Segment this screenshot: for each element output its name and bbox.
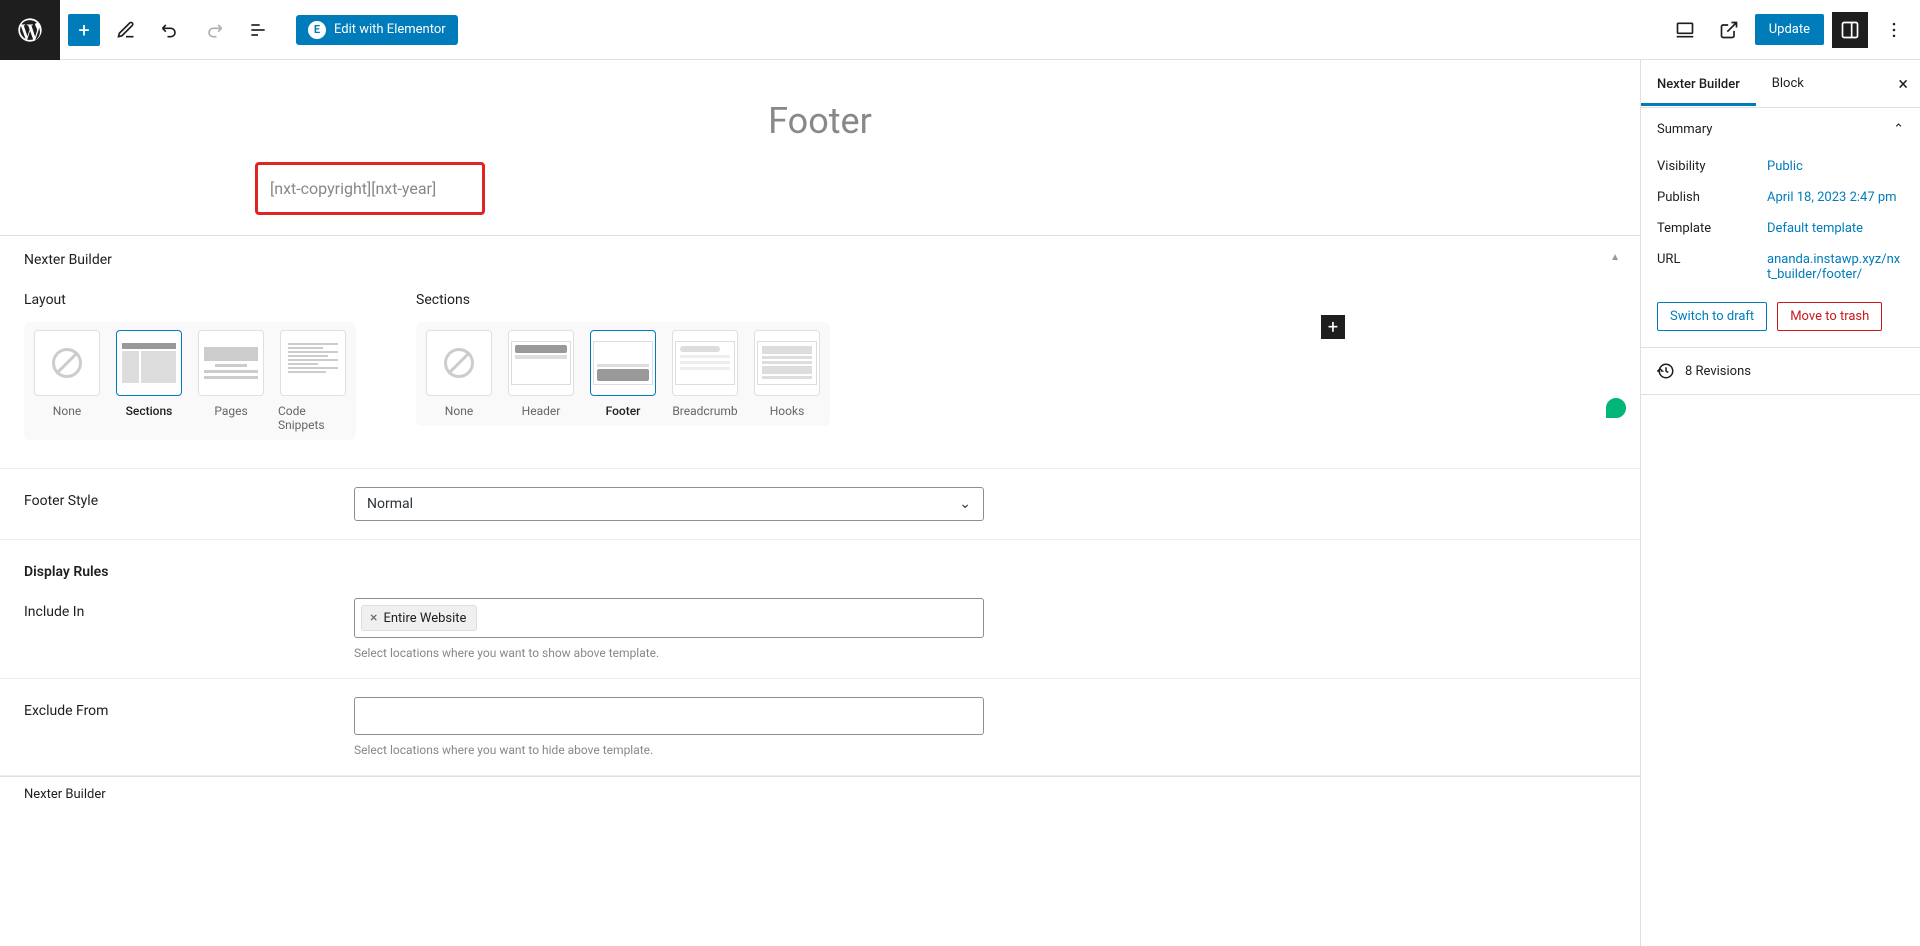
visibility-label: Visibility [1657, 159, 1767, 174]
settings-sidebar-toggle[interactable] [1832, 12, 1868, 48]
tab-block[interactable]: Block [1756, 62, 1820, 105]
layout-option-sections[interactable]: Sections [114, 330, 184, 432]
url-value[interactable]: ananda.instawp.xyz/nxt_builder/footer/ [1767, 252, 1904, 282]
section-option-footer[interactable]: Footer [588, 330, 658, 418]
meta-collapse-icon[interactable]: ▲ [1610, 252, 1620, 263]
edit-elementor-button[interactable]: E Edit with Elementor [296, 15, 458, 45]
section-option-header[interactable]: Header [506, 330, 576, 418]
exclude-help-text: Select locations where you want to hide … [354, 743, 984, 757]
display-rules-heading: Display Rules [24, 558, 354, 580]
layout-options: None Sections Pages Code Snippets [24, 322, 356, 440]
settings-sidebar: Nexter Builder Block × Summary ⌃ Visibil… [1640, 60, 1920, 946]
post-title[interactable]: Footer [0, 100, 1640, 142]
exclude-from-label: Exclude From [24, 697, 354, 719]
remove-chip-icon[interactable]: × [370, 610, 377, 626]
tab-nexter-builder[interactable]: Nexter Builder [1641, 63, 1756, 106]
template-value[interactable]: Default template [1767, 221, 1904, 236]
edit-mode-icon[interactable] [108, 12, 144, 48]
layout-label: Layout [24, 292, 356, 308]
move-to-trash-button[interactable]: Move to trash [1777, 302, 1882, 331]
publish-value[interactable]: April 18, 2023 2:47 pm [1767, 190, 1904, 205]
chevron-down-icon: ⌄ [959, 496, 971, 512]
sections-label: Sections [416, 292, 830, 308]
summary-toggle[interactable]: Summary ⌃ [1641, 108, 1920, 151]
section-option-none[interactable]: None [424, 330, 494, 418]
url-label: URL [1657, 252, 1767, 282]
include-help-text: Select locations where you want to show … [354, 646, 984, 660]
meta-panel-title: Nexter Builder [0, 236, 1640, 272]
template-label: Template [1657, 221, 1767, 236]
history-icon [1657, 362, 1675, 380]
shortcode-block[interactable]: [nxt-copyright][nxt-year] [255, 162, 485, 215]
block-breadcrumb[interactable]: Nexter Builder [0, 776, 1640, 812]
layout-option-code-snippets[interactable]: Code Snippets [278, 330, 348, 432]
visibility-value[interactable]: Public [1767, 159, 1904, 174]
close-sidebar-icon[interactable]: × [1898, 74, 1908, 95]
section-options: None Header Footer Breadcrumb [416, 322, 830, 426]
layout-option-pages[interactable]: Pages [196, 330, 266, 432]
redo-icon[interactable] [196, 12, 232, 48]
include-in-label: Include In [24, 598, 354, 620]
publish-label: Publish [1657, 190, 1767, 205]
exclude-from-input[interactable] [354, 697, 984, 735]
footer-style-select[interactable]: Normal ⌄ [354, 487, 984, 521]
editor-canvas: Footer [nxt-copyright][nxt-year] + [0, 60, 1640, 235]
document-outline-icon[interactable] [240, 12, 276, 48]
wp-logo[interactable] [0, 0, 60, 60]
chevron-up-icon: ⌃ [1893, 122, 1904, 137]
nexter-meta-panel: Nexter Builder ▲ Layout None Sections [0, 235, 1640, 812]
elementor-icon: E [308, 21, 326, 39]
revisions-link[interactable]: 8 Revisions [1641, 348, 1920, 395]
switch-to-draft-button[interactable]: Switch to draft [1657, 302, 1767, 331]
summary-panel: Summary ⌃ Visibility Public Publish Apri… [1641, 108, 1920, 348]
section-option-breadcrumb[interactable]: Breadcrumb [670, 330, 740, 418]
view-post-icon[interactable] [1711, 12, 1747, 48]
include-chip: × Entire Website [361, 605, 477, 631]
add-block-button[interactable]: + [68, 14, 100, 46]
update-button[interactable]: Update [1755, 14, 1824, 45]
footer-style-label: Footer Style [24, 487, 354, 509]
top-toolbar: + E Edit with Elementor Update [0, 0, 1920, 60]
more-options-icon[interactable] [1876, 12, 1912, 48]
section-option-hooks[interactable]: Hooks [752, 330, 822, 418]
preview-desktop-icon[interactable] [1667, 12, 1703, 48]
include-in-input[interactable]: × Entire Website [354, 598, 984, 638]
editor-area: Footer [nxt-copyright][nxt-year] + Nexte… [0, 60, 1640, 946]
layout-option-none[interactable]: None [32, 330, 102, 432]
edit-elementor-label: Edit with Elementor [334, 22, 446, 37]
undo-icon[interactable] [152, 12, 188, 48]
